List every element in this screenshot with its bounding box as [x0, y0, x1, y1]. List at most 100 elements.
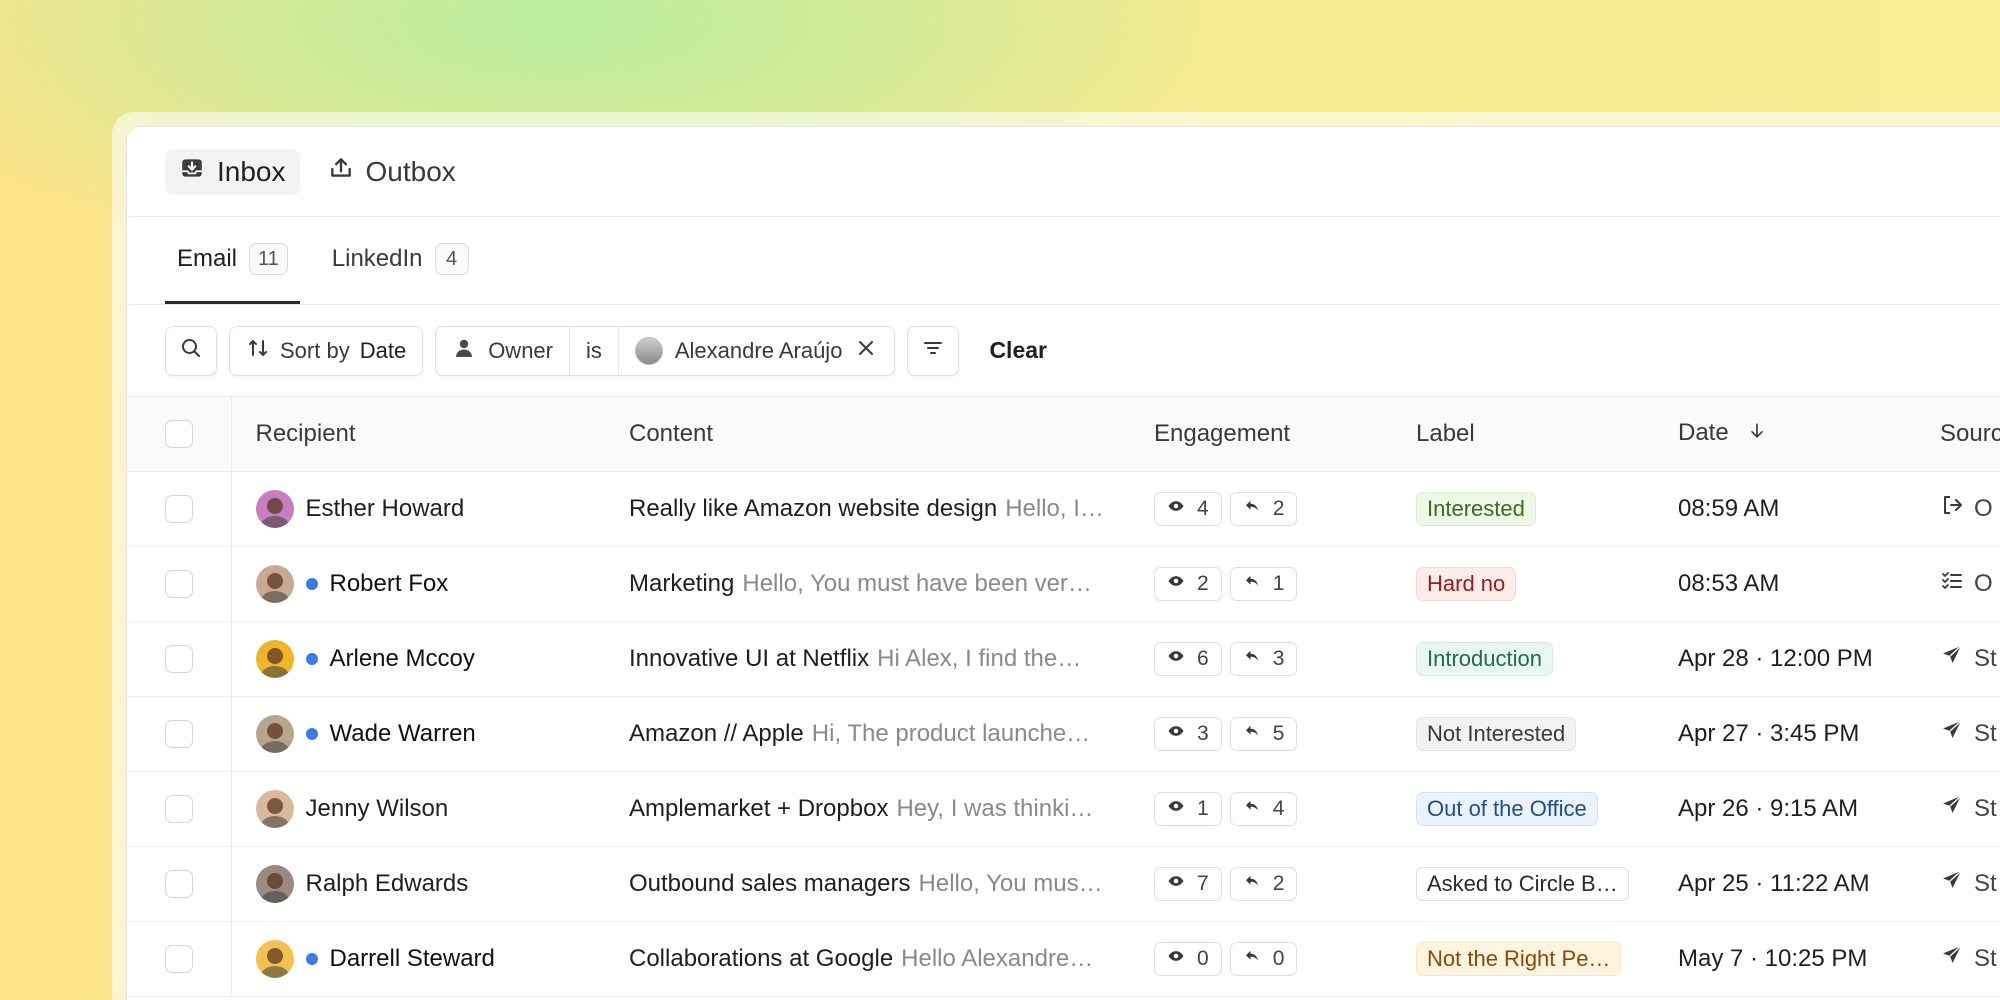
eye-icon	[1167, 872, 1185, 896]
owner-filter[interactable]: Owner is Alexandre Araújo	[435, 325, 896, 376]
column-content[interactable]: Content	[605, 397, 1130, 472]
nav-inbox-label: Inbox	[217, 155, 286, 187]
label-cell[interactable]: Out of the Office	[1392, 771, 1654, 847]
owner-value[interactable]: Alexandre Araújo	[619, 327, 895, 375]
owner-operator[interactable]: is	[570, 326, 619, 375]
tab-linkedin[interactable]: LinkedIn 4	[320, 217, 481, 304]
content-cell[interactable]: Innovative UI at Netflix Hi Alex, I find …	[605, 621, 1130, 697]
replies-count: 5	[1272, 721, 1285, 745]
search-button[interactable]	[165, 325, 217, 376]
table-row[interactable]: Esther Howard Really like Amazon website …	[127, 471, 2000, 547]
row-select-cell	[127, 696, 232, 772]
recipient-cell[interactable]: Ralph Edwards	[231, 846, 605, 922]
reply-icon	[1243, 572, 1261, 596]
filter-button[interactable]	[907, 325, 960, 376]
content-cell[interactable]: Collaborations at Google Hello Alexandre…	[605, 921, 1130, 997]
row-checkbox[interactable]	[165, 719, 193, 748]
recipient-cell[interactable]: Robert Fox	[231, 546, 605, 622]
send-icon	[1940, 718, 1964, 749]
label-badge[interactable]: Asked to Circle B…	[1416, 866, 1629, 901]
opens-stat: 6	[1154, 641, 1222, 676]
replies-count: 1	[1272, 571, 1285, 595]
select-all-cell	[127, 397, 232, 472]
column-date[interactable]: Date	[1654, 397, 1916, 472]
row-select-cell	[127, 771, 232, 847]
table-row[interactable]: Jenny Wilson Amplemarket + Dropbox Hey, I …	[127, 771, 2000, 847]
label-badge[interactable]: Interested	[1416, 491, 1536, 526]
opens-stat: 0	[1154, 941, 1222, 976]
row-checkbox[interactable]	[165, 794, 193, 823]
recipient-name: Ralph Edwards	[305, 869, 469, 897]
table-row[interactable]: Arlene Mccoy Innovative UI at Netflix Hi A…	[127, 621, 2000, 697]
content-cell[interactable]: Outbound sales managers Hello, You mus…	[605, 846, 1130, 922]
label-badge[interactable]: Not Interested	[1416, 716, 1577, 751]
opens-stat: 4	[1154, 491, 1222, 526]
message-preview: Hello, You mus…	[918, 869, 1103, 897]
recipient-cell[interactable]: Wade Warren	[231, 696, 605, 772]
recipient-cell[interactable]: Arlene Mccoy	[231, 621, 605, 697]
table-row[interactable]: Robert Fox Marketing Hello, You must have …	[127, 546, 2000, 622]
table-row[interactable]: Wade Warren Amazon // Apple Hi, The produc…	[127, 696, 2000, 772]
replies-stat: 5	[1229, 716, 1298, 751]
row-checkbox[interactable]	[165, 644, 193, 673]
reply-icon	[1243, 722, 1261, 746]
label-badge[interactable]: Out of the Office	[1416, 791, 1598, 826]
avatar	[255, 639, 294, 678]
reply-icon	[1243, 647, 1261, 671]
label-badge[interactable]: Introduction	[1416, 641, 1553, 676]
date-cell: Apr 25 · 11:22 AM	[1654, 846, 1916, 922]
nav-outbox[interactable]: Outbox	[314, 149, 470, 195]
person-icon	[452, 336, 476, 366]
message-preview: Hello, You must have been ver…	[742, 569, 1092, 597]
row-checkbox[interactable]	[165, 569, 193, 598]
source-label: O	[1974, 569, 1993, 597]
replies-stat: 2	[1229, 866, 1298, 901]
column-recipient[interactable]: Recipient	[231, 397, 605, 472]
label-cell[interactable]: Not Interested	[1392, 696, 1654, 772]
row-checkbox[interactable]	[165, 494, 193, 523]
sort-button[interactable]: Sort by Date	[229, 325, 424, 376]
sort-prefix: Sort by	[280, 337, 350, 363]
arrow-down-icon	[1747, 420, 1767, 448]
source-label: O	[1974, 494, 1993, 522]
opens-count: 0	[1197, 946, 1209, 970]
reply-icon	[1243, 797, 1261, 821]
recipient-cell[interactable]: Jenny Wilson	[231, 771, 605, 847]
owner-field-label: Owner	[488, 337, 553, 363]
select-all-checkbox[interactable]	[165, 419, 193, 448]
label-cell[interactable]: Not the Right Pe…	[1392, 921, 1654, 997]
row-checkbox[interactable]	[165, 869, 193, 898]
clear-button[interactable]: Clear	[971, 337, 1065, 364]
replies-stat: 2	[1229, 491, 1298, 526]
close-icon[interactable]	[854, 336, 878, 366]
content-cell[interactable]: Really like Amazon website design Hello, …	[605, 471, 1130, 547]
message-subject: Collaborations at Google	[629, 944, 894, 972]
label-badge[interactable]: Hard no	[1416, 566, 1517, 601]
table-row[interactable]: Darrell Steward Collaborations at Google H…	[127, 921, 2000, 997]
tab-email[interactable]: Email 11	[165, 217, 300, 304]
label-cell[interactable]: Asked to Circle B…	[1392, 846, 1654, 922]
opens-count: 1	[1197, 796, 1209, 820]
label-cell[interactable]: Interested	[1392, 471, 1654, 547]
content-cell[interactable]: Amplemarket + Dropbox Hey, I was thinki…	[605, 771, 1130, 847]
row-checkbox[interactable]	[165, 944, 193, 973]
upload-icon	[328, 155, 354, 188]
content-cell[interactable]: Marketing Hello, You must have been ver…	[605, 546, 1130, 622]
row-select-cell	[127, 621, 232, 697]
column-label[interactable]: Label	[1392, 397, 1654, 472]
opens-stat: 2	[1154, 566, 1222, 601]
message-subject: Really like Amazon website design	[629, 494, 998, 522]
replies-count: 2	[1272, 496, 1285, 520]
column-engagement[interactable]: Engagement	[1130, 397, 1392, 472]
table-row[interactable]: Ralph Edwards Outbound sales managers Hell…	[127, 846, 2000, 922]
recipient-cell[interactable]: Darrell Steward	[231, 921, 605, 997]
content-cell[interactable]: Amazon // Apple Hi, The product launche…	[605, 696, 1130, 772]
column-source[interactable]: Sourc	[1916, 397, 2000, 472]
label-cell[interactable]: Hard no	[1392, 546, 1654, 622]
label-cell[interactable]: Introduction	[1392, 621, 1654, 697]
nav-inbox[interactable]: Inbox	[165, 148, 300, 195]
label-badge[interactable]: Not the Right Pe…	[1416, 941, 1622, 976]
owner-field[interactable]: Owner	[436, 326, 570, 375]
source-cell: St	[1916, 921, 2000, 997]
recipient-cell[interactable]: Esther Howard	[231, 471, 605, 547]
